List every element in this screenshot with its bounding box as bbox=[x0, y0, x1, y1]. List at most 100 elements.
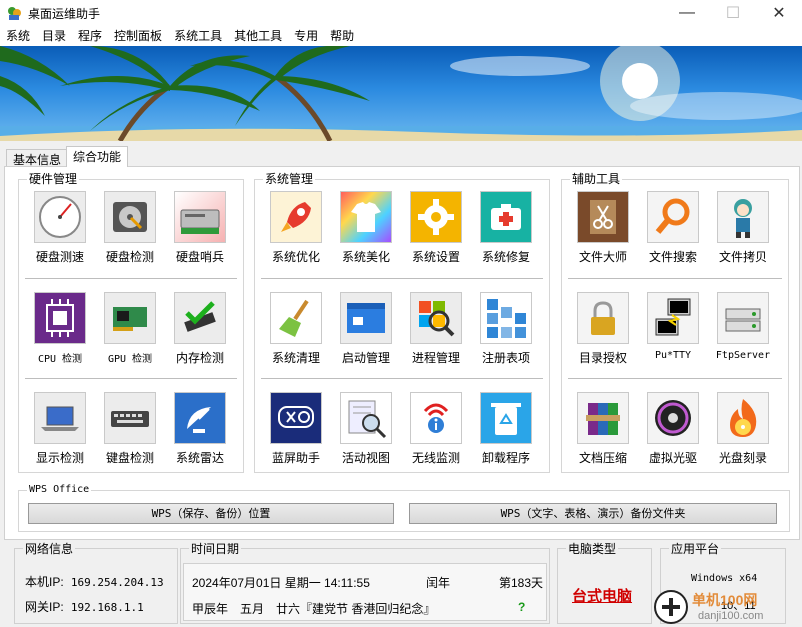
maximize-icon: ☐ bbox=[725, 5, 741, 22]
tool-ftp-server[interactable]: FtpServer bbox=[711, 292, 775, 372]
tool-label: 蓝屏助手 bbox=[271, 451, 320, 465]
disk-sentinel-icon bbox=[174, 191, 226, 243]
tool-disk-sentinel[interactable]: 硬盘哨兵 bbox=[168, 191, 232, 271]
minimize-button[interactable]: — bbox=[664, 0, 710, 26]
server-icon bbox=[717, 292, 769, 344]
putty-terminal-icon bbox=[647, 292, 699, 344]
gear-icon bbox=[410, 191, 462, 243]
watermark: 单机100网 danji100.com bbox=[654, 588, 800, 626]
tool-disk-speed[interactable]: 硬盘测速 bbox=[28, 191, 92, 271]
wps-save-location-button[interactable]: WPS（保存、备份）位置 bbox=[28, 503, 394, 524]
day-of-year: 第183天 bbox=[499, 576, 544, 590]
tool-dir-permission[interactable]: 目录授权 bbox=[571, 292, 635, 372]
pc-type-panel: 电脑类型 台式电脑 bbox=[557, 542, 652, 624]
tool-file-master[interactable]: 文件大师 bbox=[571, 191, 635, 271]
menu-directory[interactable]: 目录 bbox=[36, 26, 72, 46]
tool-display-check[interactable]: 显示检测 bbox=[28, 392, 92, 472]
tool-system-settings[interactable]: 系统设置 bbox=[404, 191, 468, 271]
menu-bar: 系统 目录 程序 控制面板 系统工具 其他工具 专用 帮助 bbox=[0, 26, 802, 46]
separator bbox=[25, 278, 237, 279]
recycle-bin-icon bbox=[480, 392, 532, 444]
menu-special[interactable]: 专用 bbox=[288, 26, 324, 46]
menu-control-panel[interactable]: 控制面板 bbox=[108, 26, 168, 46]
datetime-panel: 时间日期 2024年07月01日 星期一 14:11:55 闰年 第183天 甲… bbox=[180, 542, 550, 624]
tool-disc-burn[interactable]: 光盘刻录 bbox=[711, 392, 775, 472]
tool-label: 文件拷贝 bbox=[718, 250, 767, 264]
aux-group-title: 辅助工具 bbox=[570, 172, 623, 186]
tool-label: 无线监测 bbox=[411, 451, 460, 465]
close-button[interactable]: ✕ bbox=[756, 0, 802, 26]
network-info-panel: 网络信息 本机IP: 169.254.204.13 网关IP: 192.168.… bbox=[14, 542, 178, 624]
tool-registry[interactable]: 注册表项 bbox=[474, 292, 538, 372]
tool-label: GPU 检测 bbox=[107, 354, 153, 365]
scissors-file-icon bbox=[577, 191, 629, 243]
wps-backup-folder-button[interactable]: WPS（文字、表格、演示）备份文件夹 bbox=[409, 503, 777, 524]
tool-label: 注册表项 bbox=[481, 351, 530, 365]
menu-help[interactable]: 帮助 bbox=[324, 26, 360, 46]
tab-strip: 基本信息 综合功能 bbox=[0, 146, 802, 167]
pc-type-title: 电脑类型 bbox=[566, 542, 619, 556]
bluescreen-icon bbox=[270, 392, 322, 444]
menu-programs[interactable]: 程序 bbox=[72, 26, 108, 46]
wps-group: WPS Office WPS（保存、备份）位置 WPS（文字、表格、演示）备份文… bbox=[18, 483, 790, 532]
tab-integrated-functions[interactable]: 综合功能 bbox=[66, 146, 129, 167]
menu-system[interactable]: 系统 bbox=[0, 26, 36, 46]
tool-label: 卸载程序 bbox=[481, 451, 530, 465]
gauge-icon bbox=[34, 191, 86, 243]
tool-label: 系统清理 bbox=[271, 351, 320, 365]
tool-activity-view[interactable]: 活动视图 bbox=[334, 392, 398, 472]
gateway-ip-value: 192.168.1.1 bbox=[70, 601, 144, 614]
rocket-icon bbox=[270, 191, 322, 243]
tool-archive[interactable]: 文档压缩 bbox=[571, 392, 635, 472]
hard-disk-icon bbox=[104, 191, 156, 243]
tool-disk-check[interactable]: 硬盘检测 bbox=[98, 191, 162, 271]
tool-file-search[interactable]: 文件搜索 bbox=[641, 191, 705, 271]
magnifier-icon bbox=[647, 191, 699, 243]
system-group-title: 系统管理 bbox=[263, 172, 316, 186]
tool-memory-check[interactable]: 内存检测 bbox=[168, 292, 232, 372]
tool-system-clean[interactable]: 系统清理 bbox=[264, 292, 328, 372]
tool-label: 显示检测 bbox=[35, 451, 84, 465]
broom-icon bbox=[270, 292, 322, 344]
pc-type-value[interactable]: 台式电脑 bbox=[572, 585, 632, 606]
tool-wireless-monitor[interactable]: 无线监测 bbox=[404, 392, 468, 472]
cpu-icon bbox=[34, 292, 86, 344]
tool-gpu-check[interactable]: GPU 检测 bbox=[98, 292, 162, 372]
tool-system-beautify[interactable]: 系统美化 bbox=[334, 191, 398, 271]
tool-putty[interactable]: Pu*TTY bbox=[641, 292, 705, 372]
optical-disc-icon bbox=[647, 392, 699, 444]
tool-cpu-check[interactable]: CPU 检测 bbox=[28, 292, 92, 372]
watermark-text: 单机100网 bbox=[692, 592, 758, 608]
tool-label: 系统优化 bbox=[271, 250, 320, 264]
date-time-line: 2024年07月01日 星期一 14:11:55 bbox=[192, 576, 370, 590]
window-app-icon bbox=[340, 292, 392, 344]
tool-label: 系统修复 bbox=[481, 250, 530, 264]
keyboard-icon bbox=[104, 392, 156, 444]
tool-uninstall[interactable]: 卸载程序 bbox=[474, 392, 538, 472]
help-question-mark[interactable]: ? bbox=[518, 600, 525, 614]
tab-basic-info[interactable]: 基本信息 bbox=[6, 149, 69, 167]
tool-system-optimize[interactable]: 系统优化 bbox=[264, 191, 328, 271]
maximize-button[interactable]: ☐ bbox=[710, 0, 756, 26]
wps-group-title: WPS Office bbox=[27, 483, 92, 497]
plus-circle-logo-icon bbox=[654, 590, 688, 624]
menu-system-tools[interactable]: 系统工具 bbox=[168, 26, 228, 46]
tool-file-copy[interactable]: 文件拷贝 bbox=[711, 191, 775, 271]
separator bbox=[261, 278, 543, 279]
tool-process-manager[interactable]: 进程管理 bbox=[404, 292, 468, 372]
tool-bluescreen-helper[interactable]: 蓝屏助手 bbox=[264, 392, 328, 472]
menu-other-tools[interactable]: 其他工具 bbox=[228, 26, 288, 46]
gpu-card-icon bbox=[104, 292, 156, 344]
datetime-title: 时间日期 bbox=[189, 542, 242, 556]
tool-startup-manager[interactable]: 启动管理 bbox=[334, 292, 398, 372]
tshirt-icon bbox=[340, 191, 392, 243]
local-ip-row: 本机IP: 169.254.204.13 bbox=[25, 573, 164, 590]
tool-system-radar[interactable]: 系统雷达 bbox=[168, 392, 232, 472]
tool-label: FtpServer bbox=[715, 350, 771, 361]
banner-image bbox=[0, 46, 802, 141]
gateway-ip-row: 网关IP: 192.168.1.1 bbox=[25, 598, 144, 615]
tool-virtual-drive[interactable]: 虚拟光驱 bbox=[641, 392, 705, 472]
tool-label: 启动管理 bbox=[341, 351, 390, 365]
tool-keyboard-check[interactable]: 键盘检测 bbox=[98, 392, 162, 472]
tool-system-repair[interactable]: 系统修复 bbox=[474, 191, 538, 271]
